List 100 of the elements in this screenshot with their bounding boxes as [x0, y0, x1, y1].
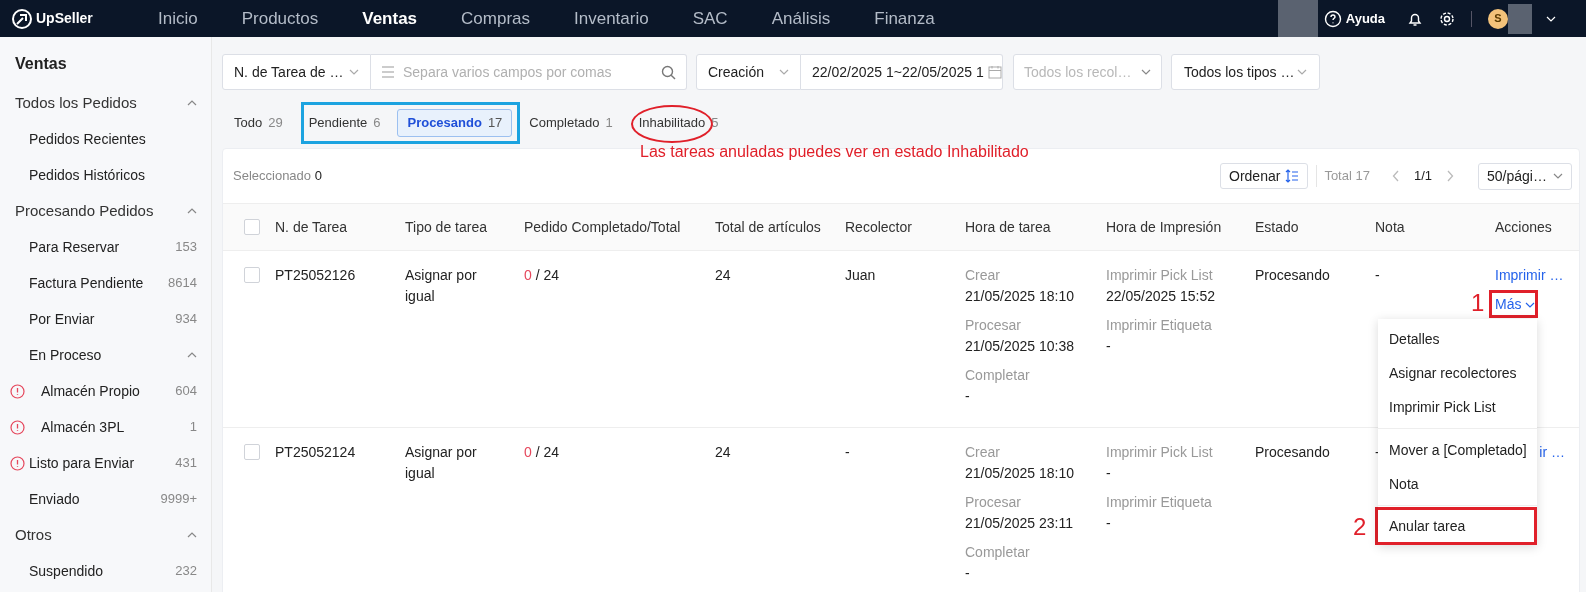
selection-count: Seleccionado 0 [233, 167, 323, 186]
nav-tab[interactable]: Finanza [852, 5, 957, 32]
sidebar-item[interactable]: En Proceso [0, 337, 211, 373]
completed-orders: 0 [524, 266, 532, 285]
settings-icon[interactable] [1439, 10, 1455, 27]
item-count: 604 [175, 382, 197, 401]
sort-icon [1285, 169, 1300, 183]
time-value: - [1106, 464, 1111, 483]
item-count: 934 [175, 310, 197, 329]
sidebar-item[interactable]: Almacén Propio 604 [0, 373, 211, 409]
sidebar-group[interactable]: Procesando Pedidos [0, 193, 211, 229]
help-link[interactable]: Ayuda [1345, 8, 1385, 29]
status-tab[interactable]: Todo 29 [225, 109, 292, 137]
print-link[interactable]: Imprimir … [1495, 265, 1564, 286]
note-text: - [1375, 444, 1380, 460]
menu-item[interactable]: Anular tarea [1378, 510, 1534, 542]
status-text: Procesando [1255, 444, 1330, 460]
status-tab[interactable]: Procesando 17 [397, 109, 513, 137]
status-tab[interactable]: Pendiente 6 [299, 109, 390, 137]
chevron-down-icon [1546, 15, 1556, 22]
step-number: 2 [1353, 513, 1367, 541]
menu-item[interactable]: Detalles [1378, 322, 1537, 356]
status-tab[interactable]: Completado 1 [520, 109, 622, 137]
column-header: Tipo de tarea [405, 217, 488, 237]
sidebar-group[interactable]: Todos los Pedidos [0, 85, 211, 121]
status-text: Procesando [1255, 267, 1330, 283]
nav-tab[interactable]: Compras [439, 5, 552, 32]
sidebar-item[interactable]: Factura Pendiente 8614 [0, 265, 211, 301]
time-value: 21/05/2025 10:38 [965, 337, 1074, 356]
nav-tab[interactable]: Productos [219, 5, 341, 32]
page-size-select[interactable]: 50/pági… [1478, 162, 1572, 190]
search-input[interactable]: Separa varios campos por comas [403, 55, 661, 89]
row-checkbox[interactable] [244, 444, 260, 460]
date-type-select[interactable]: Creación [696, 54, 801, 90]
more-dropdown[interactable]: Más [1495, 294, 1536, 315]
time-value: 21/05/2025 18:10 [965, 287, 1074, 306]
nav-tab[interactable]: Inventario [552, 5, 671, 32]
sidebar-item[interactable]: Por Enviar 934 [0, 301, 211, 337]
highlight-rectangle [1489, 290, 1538, 318]
search-type-select[interactable]: N. de Tarea de … [222, 54, 371, 90]
annotation-note: Las tareas anuladas puedes ver en estado Inhabilitado [640, 142, 1029, 162]
menu-item[interactable]: Asignar recolectores [1378, 356, 1537, 390]
task-number: PT25052126 [275, 266, 357, 285]
time-label: Crear [965, 266, 1000, 285]
status-tab[interactable]: Inhabilitado 5 [629, 109, 728, 137]
picker-name: - [845, 443, 851, 462]
nav-tab[interactable]: Inicio [136, 5, 220, 32]
search-field[interactable]: Separa varios campos por comas [371, 54, 687, 90]
row-checkbox[interactable] [244, 267, 260, 283]
item-count: 153 [175, 238, 197, 257]
step-number: 1 [1471, 289, 1485, 317]
task-type-select[interactable]: Todos los tipos … [1171, 54, 1320, 90]
time-label: Procesar [965, 493, 1022, 512]
menu-item[interactable]: Mover a [Completado] [1378, 433, 1537, 467]
sidebar-item[interactable]: Almacén 3PL 1 [0, 409, 211, 445]
page-indicator: 1/1 [1413, 167, 1432, 186]
sort-button[interactable]: Ordenar [1220, 163, 1309, 189]
previous-page-icon[interactable] [1391, 170, 1400, 182]
item-total: 24 [715, 266, 732, 285]
time-value: - [1106, 337, 1111, 356]
nav-tab[interactable]: Ventas [340, 5, 440, 32]
menu-item[interactable]: Nota [1378, 467, 1537, 501]
column-header: Estado [1255, 217, 1300, 237]
avatar-badge[interactable]: S [1488, 8, 1508, 29]
sidebar-item[interactable]: Enviado 9999+ [0, 481, 211, 517]
item-total: 24 [715, 443, 732, 462]
time-label: Crear [965, 443, 1000, 462]
menu-item[interactable]: Imprimir Pick List [1378, 390, 1537, 424]
task-type-text: Asignar por igual [405, 443, 478, 483]
sidebar-item[interactable]: Pedidos Recientes [0, 121, 211, 157]
completed-orders: 0 [524, 443, 532, 462]
picker-select[interactable]: Todos los recol… [1013, 54, 1162, 90]
sidebar-item[interactable]: Listo para Enviar 431 [0, 445, 211, 481]
column-header: Hora de Impresión [1106, 217, 1223, 237]
brand-logo-text: UpSeller [36, 9, 94, 28]
task-number: PT25052124 [275, 443, 357, 462]
sidebar-group[interactable]: Otros [0, 517, 211, 553]
time-label: Imprimir Pick List [1106, 266, 1213, 285]
chevron-down-icon [349, 69, 359, 75]
help-icon[interactable] [1323, 9, 1342, 28]
nav-tab[interactable]: Análisis [749, 5, 853, 32]
time-label: Completar [965, 543, 1030, 562]
time-label: Completar [965, 366, 1030, 385]
task-type-text: Asignar por igual [405, 266, 478, 306]
next-page-icon[interactable] [1446, 170, 1454, 182]
time-value: - [965, 564, 970, 583]
nav-tab[interactable]: SAC [670, 5, 750, 32]
chevron-down-icon [1553, 173, 1563, 179]
time-value: - [965, 387, 970, 406]
sidebar-item[interactable]: Pedidos Históricos [0, 157, 211, 193]
column-header: Acciones [1495, 217, 1553, 237]
total-count: Total 17 [1324, 167, 1370, 186]
select-all-checkbox[interactable] [244, 219, 260, 235]
sidebar-item[interactable]: Para Reservar 153 [0, 229, 211, 265]
blurred-account-name [1277, 0, 1318, 37]
print-link[interactable]: ir … [1539, 442, 1565, 463]
date-range-field[interactable]: 22/02/2025 1~22/05/2025 1 [801, 54, 1003, 90]
picker-input[interactable]: Todos los recol… [1024, 55, 1141, 89]
sidebar-item[interactable]: Suspendido 232 [0, 553, 211, 589]
chevron-down-icon [779, 69, 789, 75]
